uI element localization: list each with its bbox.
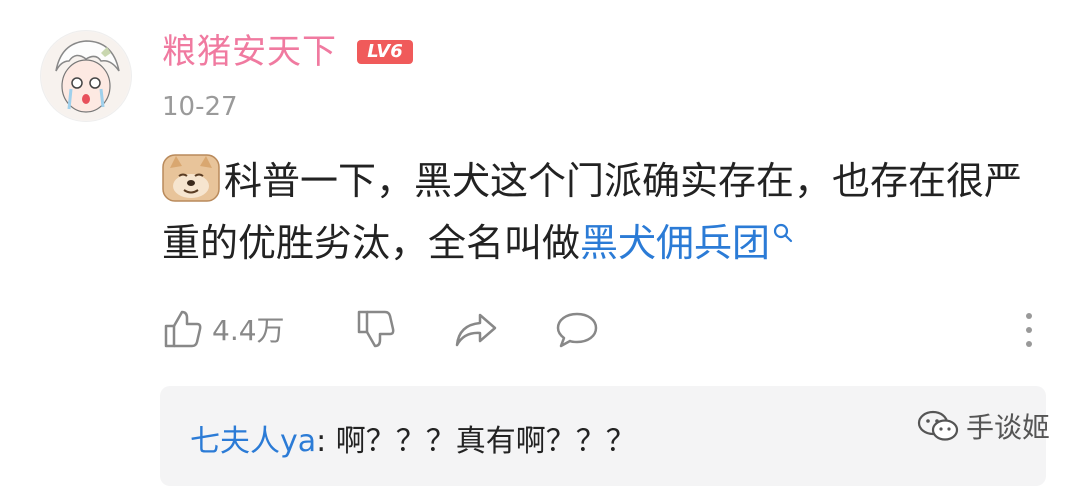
post-content: 科普一下，黑犬这个门派确实存在，也存在很严重的优胜劣汰，全名叫做黑犬佣兵团	[162, 150, 1042, 274]
username[interactable]: 粮猪安天下	[162, 30, 337, 74]
reply-username[interactable]: 七夫人ya	[190, 424, 316, 459]
post-date: 10-27	[162, 92, 238, 122]
search-link[interactable]: 黑犬佣兵团	[580, 221, 770, 265]
share-button[interactable]	[454, 312, 498, 348]
comment-bubble-icon	[556, 312, 598, 348]
reply-item: 七夫人ya: 啊？？？真有啊？？？	[190, 422, 636, 462]
avatar[interactable]	[40, 30, 132, 122]
level-badge: LV6	[357, 40, 413, 64]
like-count: 4.4万	[212, 314, 285, 347]
watermark-text: 手谈姬	[966, 411, 1051, 444]
watermark: 手谈姬	[916, 406, 1050, 446]
thumbs-down-icon	[357, 310, 395, 348]
action-bar: 4.4万	[0, 306, 1080, 356]
like-button[interactable]: 4.4万	[162, 308, 285, 350]
comment-button[interactable]	[555, 310, 599, 350]
more-options-button[interactable]	[1022, 310, 1036, 350]
reply-preview[interactable]: 七夫人ya: 啊？？？真有啊？？？	[160, 386, 1046, 486]
reply-text: 啊？？？真有啊？？？	[335, 424, 636, 459]
wechat-icon	[917, 410, 959, 441]
share-arrow-icon	[455, 313, 497, 347]
reply-separator: :	[316, 424, 336, 459]
thumbs-up-icon	[164, 310, 202, 348]
shiba-dog-emoji-icon	[162, 154, 220, 202]
dislike-button[interactable]	[355, 308, 397, 350]
search-icon[interactable]	[772, 222, 794, 244]
more-vertical-icon	[1026, 313, 1032, 347]
anime-avatar-icon	[42, 32, 130, 120]
